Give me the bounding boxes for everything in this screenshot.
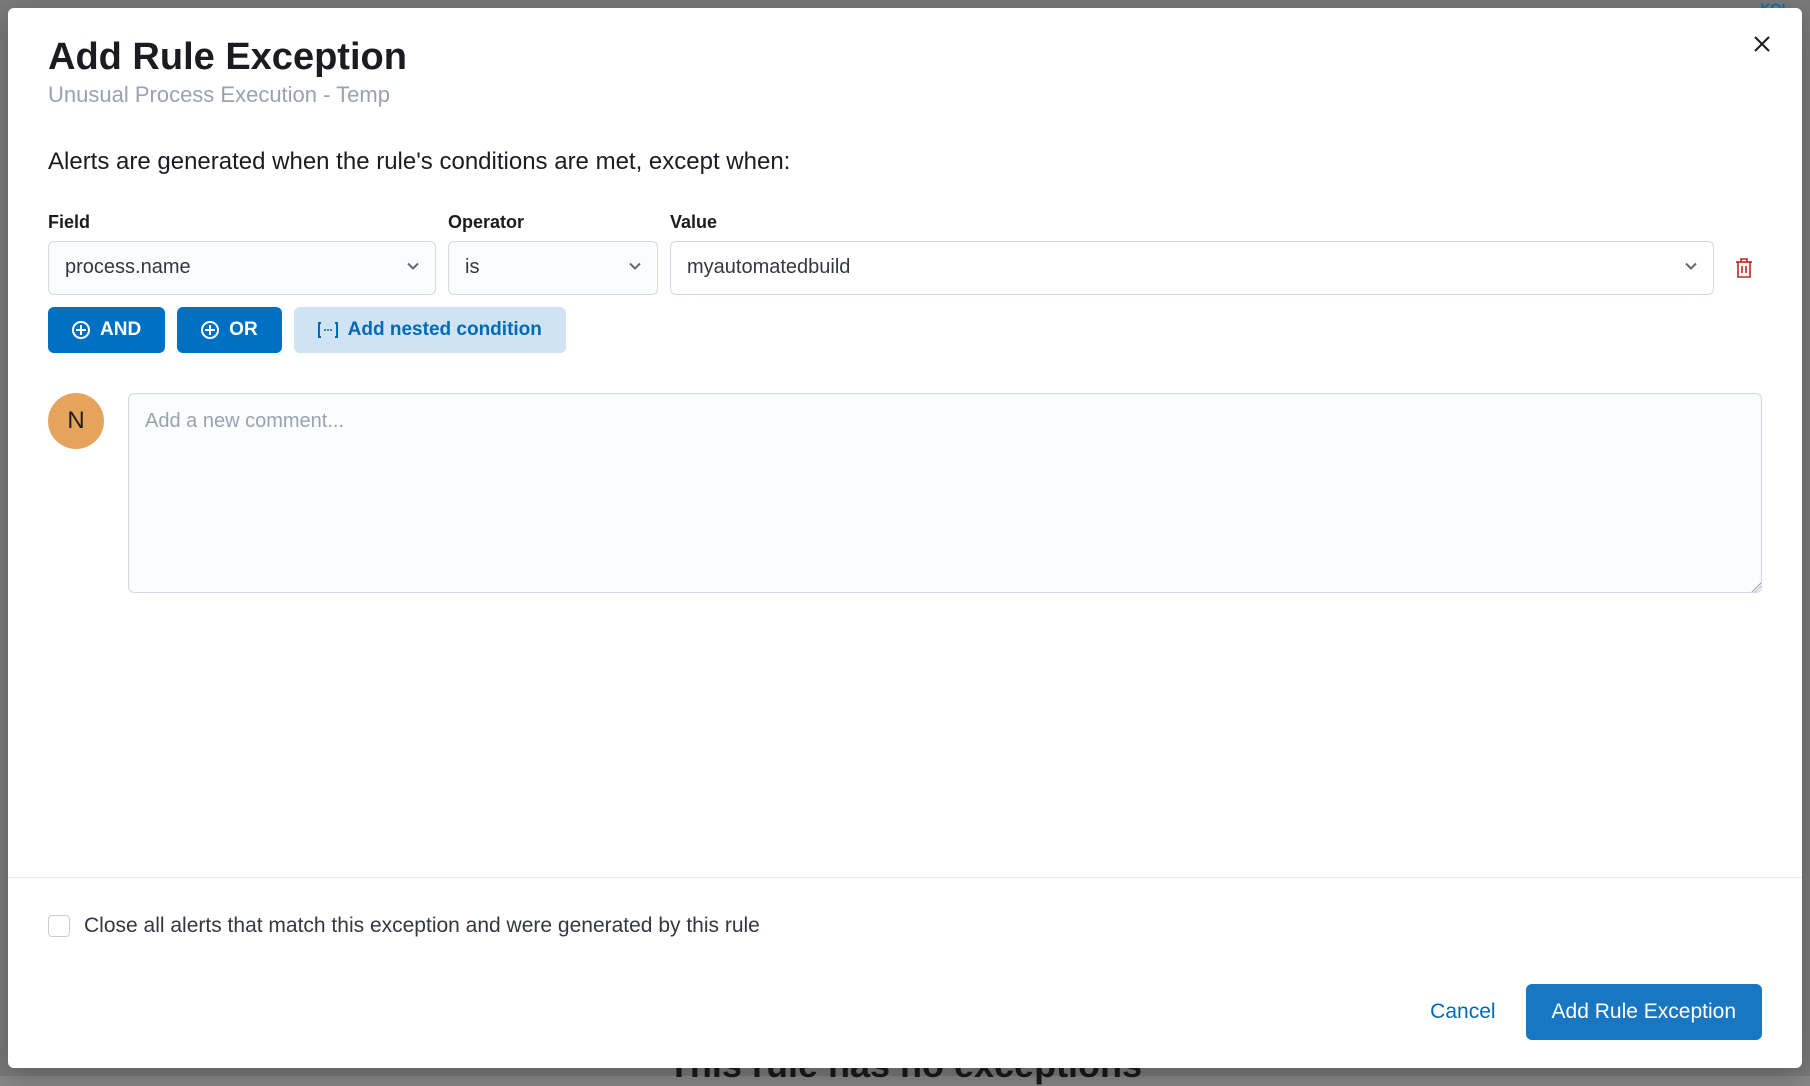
chevron-down-icon [1683, 256, 1699, 279]
close-alerts-row: Close all alerts that match this excepti… [48, 914, 1762, 938]
trash-icon [1734, 257, 1754, 279]
value-label: Value [670, 212, 1714, 233]
add-nested-condition-button[interactable]: Add nested condition [294, 307, 566, 353]
submit-button[interactable]: Add Rule Exception [1526, 984, 1762, 1040]
operator-select-value: is [465, 256, 479, 279]
modal-title: Add Rule Exception [48, 36, 1762, 80]
or-button-label: OR [229, 319, 258, 341]
or-button[interactable]: OR [177, 307, 282, 353]
and-button[interactable]: AND [48, 307, 165, 353]
condition-labels-row: Field Operator Value [48, 212, 1762, 233]
delete-condition-button[interactable] [1726, 241, 1762, 295]
comment-row: N [48, 393, 1762, 593]
condition-row: process.name is myautomatedbuild [48, 241, 1762, 295]
close-button[interactable] [1746, 28, 1778, 60]
field-select[interactable]: process.name [48, 241, 436, 295]
plus-circle-icon [201, 321, 219, 339]
add-rule-exception-modal: Add Rule Exception Unusual Process Execu… [8, 8, 1802, 1068]
value-combobox[interactable]: myautomatedbuild [670, 241, 1714, 295]
modal-body: Alerts are generated when the rule's con… [8, 108, 1802, 877]
avatar: N [48, 393, 104, 449]
close-alerts-label: Close all alerts that match this excepti… [84, 914, 760, 938]
nested-icon [318, 321, 338, 339]
plus-circle-icon [72, 321, 90, 339]
modal-header: Add Rule Exception Unusual Process Execu… [8, 8, 1802, 108]
footer-actions: Cancel Add Rule Exception [48, 984, 1762, 1040]
comment-textarea[interactable] [128, 393, 1762, 593]
operator-label: Operator [448, 212, 658, 233]
close-icon [1753, 35, 1771, 53]
chevron-down-icon [627, 256, 643, 279]
modal-subtitle: Unusual Process Execution - Temp [48, 82, 1762, 108]
operator-select[interactable]: is [448, 241, 658, 295]
field-select-value: process.name [65, 256, 191, 279]
and-button-label: AND [100, 319, 141, 341]
chevron-down-icon [405, 256, 421, 279]
modal-footer: Close all alerts that match this excepti… [8, 877, 1802, 1068]
value-combobox-value: myautomatedbuild [687, 256, 850, 279]
nested-button-label: Add nested condition [348, 319, 542, 341]
close-alerts-checkbox[interactable] [48, 915, 70, 937]
cancel-button[interactable]: Cancel [1430, 1000, 1495, 1024]
condition-buttons-row: AND OR Add nested condition [48, 307, 1762, 353]
intro-text: Alerts are generated when the rule's con… [48, 148, 1762, 176]
field-label: Field [48, 212, 436, 233]
